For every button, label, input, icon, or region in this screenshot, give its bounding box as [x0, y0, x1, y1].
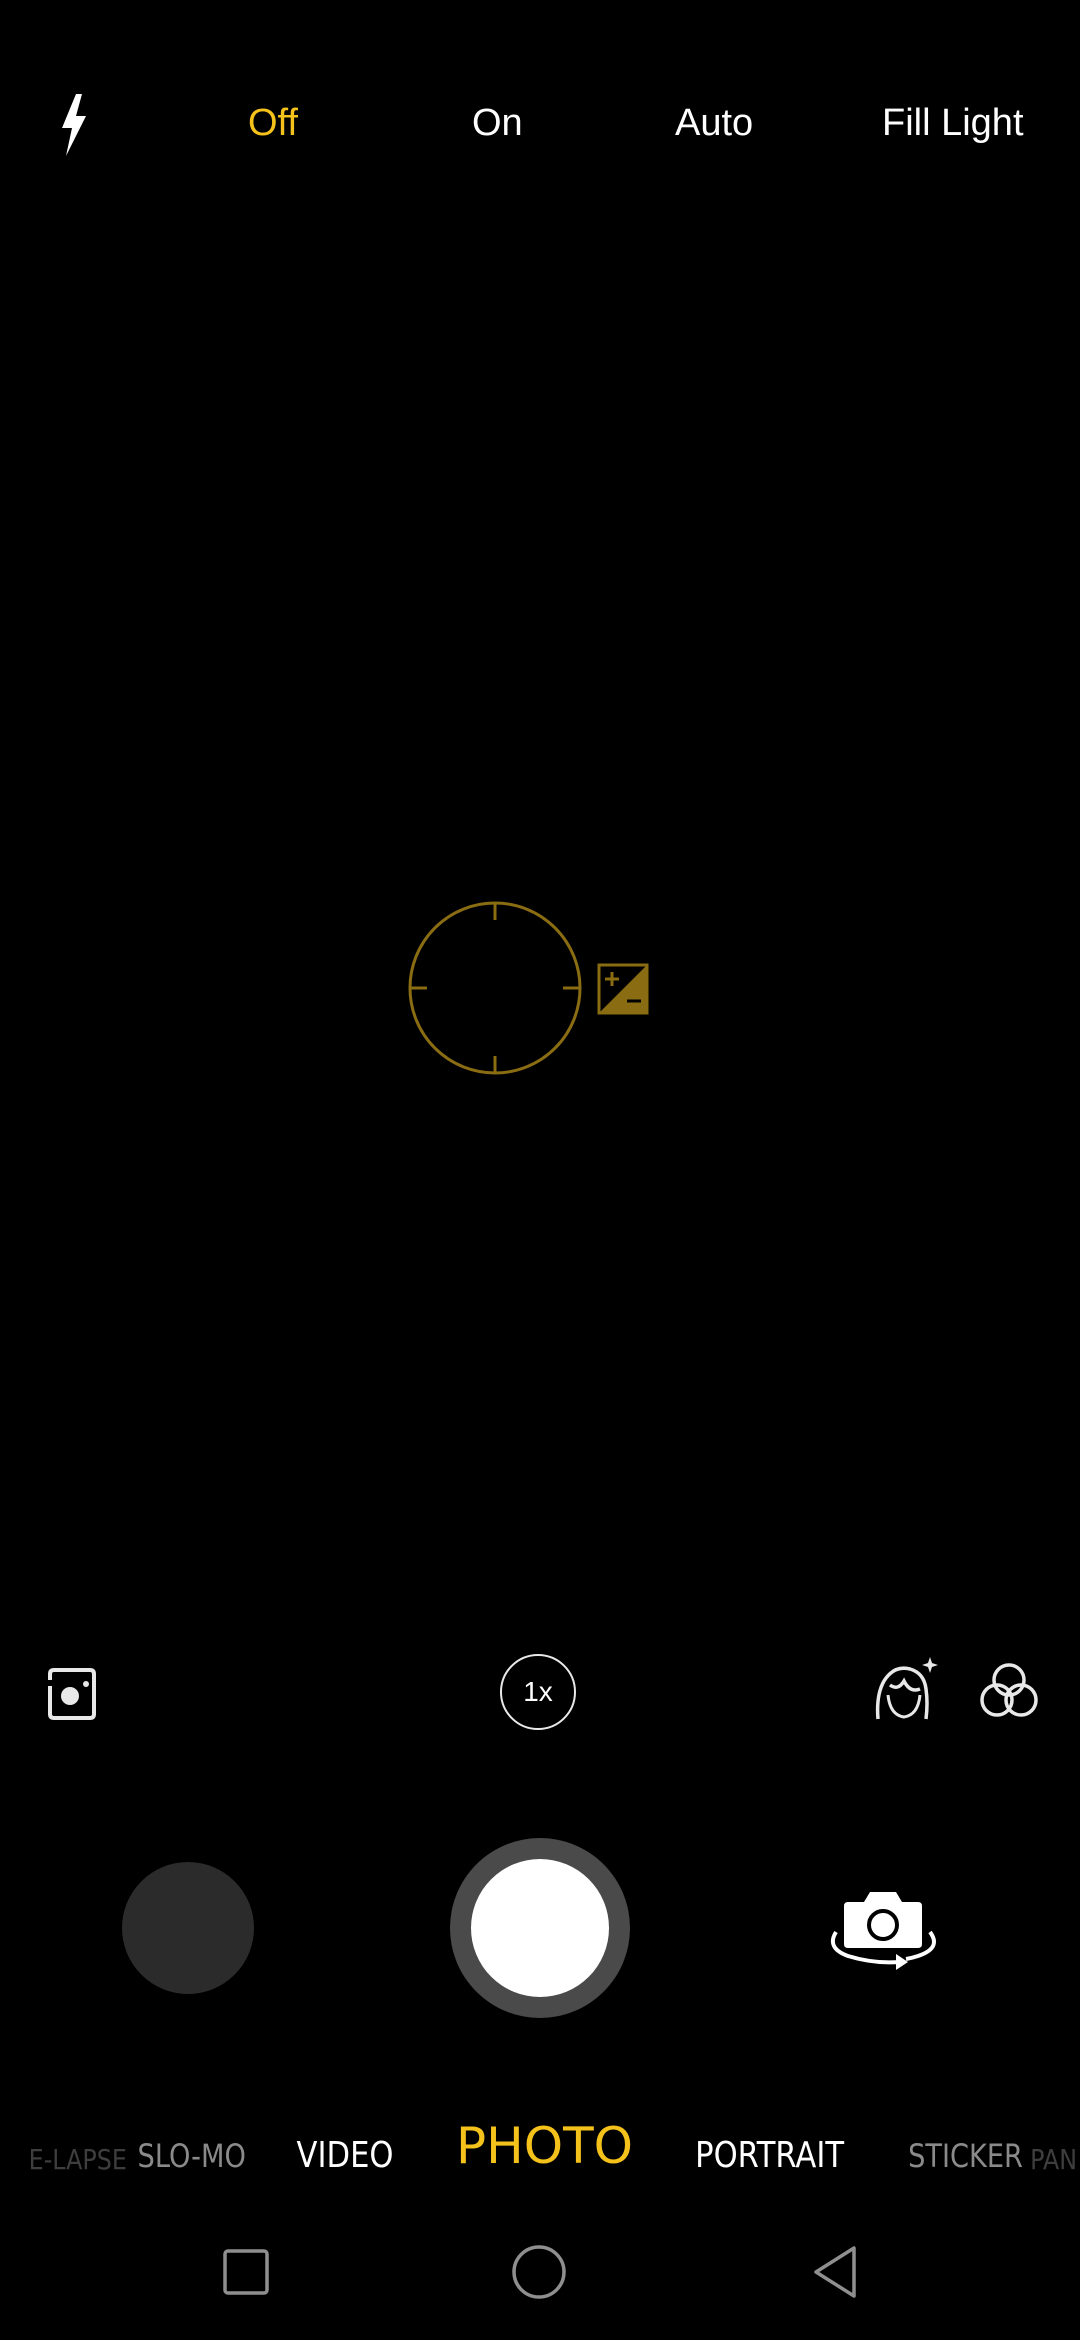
- flash-option-off[interactable]: Off: [248, 96, 298, 150]
- flash-option-auto[interactable]: Auto: [675, 96, 753, 150]
- mode-pano[interactable]: PAN: [1030, 2134, 1077, 2186]
- gallery-thumbnail[interactable]: [122, 1862, 254, 1994]
- circle-home-icon[interactable]: [509, 2242, 569, 2302]
- mode-video[interactable]: VIDEO: [297, 2130, 394, 2182]
- shutter-button[interactable]: [450, 1838, 630, 2018]
- triangle-back-icon[interactable]: [806, 2242, 866, 2302]
- color-filter-icon[interactable]: [976, 1658, 1042, 1724]
- ai-scene-icon[interactable]: [44, 1666, 100, 1722]
- mode-slo-mo[interactable]: SLO-MO: [138, 2130, 246, 2182]
- mode-sticker[interactable]: STICKER: [908, 2130, 1023, 2182]
- flash-option-on[interactable]: On: [472, 96, 523, 150]
- mode-time-lapse[interactable]: E-LAPSE: [29, 2134, 127, 2186]
- square-recents-icon[interactable]: [216, 2242, 276, 2302]
- zoom-button[interactable]: 1x: [500, 1654, 576, 1730]
- shutter-inner: [471, 1859, 609, 1997]
- focus-reticle-icon: [408, 901, 582, 1075]
- exposure-compensation-icon[interactable]: [597, 963, 649, 1015]
- mode-photo[interactable]: PHOTO: [456, 2120, 633, 2172]
- flash-bolt-icon[interactable]: [52, 92, 96, 158]
- switch-camera-icon[interactable]: [824, 1886, 944, 1972]
- beauty-face-icon[interactable]: [870, 1655, 940, 1725]
- flash-option-fill-light[interactable]: Fill Light: [882, 96, 1024, 150]
- mode-portrait[interactable]: PORTRAIT: [695, 2130, 844, 2182]
